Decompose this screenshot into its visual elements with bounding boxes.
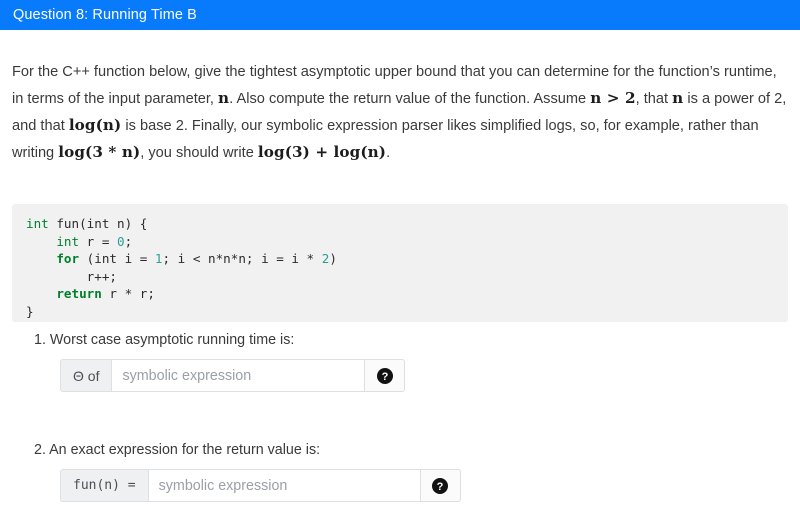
question-body: For the C++ function below, give the tig… bbox=[0, 30, 800, 512]
question-prompt-text: For the C++ function below, give the tig… bbox=[12, 59, 788, 166]
svg-text:?: ? bbox=[437, 481, 444, 493]
code-token-text: (int i = bbox=[79, 251, 155, 267]
code-token-text: fun(int n) { bbox=[48, 216, 148, 231]
code-token-text: ; i < n*n*n; i = i * bbox=[162, 251, 322, 267]
question-1-answer-input[interactable] bbox=[111, 359, 365, 392]
question-2-help-button[interactable]: ? bbox=[419, 469, 461, 502]
math-log-3n: log(3 * n) bbox=[58, 143, 141, 161]
question-1-input-group: Θ of ? bbox=[60, 359, 406, 392]
svg-text:?: ? bbox=[382, 371, 389, 383]
code-token-keyword: int bbox=[26, 216, 49, 231]
math-n-1: n bbox=[218, 89, 230, 107]
code-token-text: } bbox=[26, 303, 34, 319]
code-token-text: r * r; bbox=[101, 286, 155, 302]
code-snippet: int fun(int n) { int r = 0; for (int i =… bbox=[12, 204, 788, 322]
code-token-text: ; bbox=[124, 233, 133, 249]
code-token-keyword: int bbox=[26, 233, 80, 249]
question-mark-circle-icon: ? bbox=[376, 367, 393, 384]
code-token-number: 1 bbox=[154, 251, 163, 267]
prompt-segment-3: , that bbox=[635, 91, 673, 107]
question-header-bar: Question 8: Running Time B bbox=[0, 0, 800, 30]
code-token-text: r++; bbox=[26, 268, 117, 284]
code-token-keyword: return bbox=[26, 286, 102, 302]
math-n-2: n bbox=[672, 89, 684, 107]
prompt-segment-6: , you should write bbox=[140, 145, 258, 161]
prompt-segment-7: . bbox=[386, 145, 391, 161]
math-log-n: log(n) bbox=[68, 116, 122, 134]
theta-prefix-label: Θ of bbox=[60, 359, 112, 392]
question-2: 2. An exact expression for the return va… bbox=[0, 440, 800, 502]
math-log3-plus-logn: log(3) + log(n) bbox=[257, 143, 387, 161]
function-prefix-label: fun(n) = bbox=[60, 469, 148, 502]
question-mark-circle-icon: ? bbox=[432, 477, 449, 494]
question-2-input-group: fun(n) = ? bbox=[60, 469, 461, 502]
code-token-keyword: for bbox=[26, 251, 80, 267]
code-token-number: 0 bbox=[117, 233, 125, 249]
question-2-answer-input[interactable] bbox=[147, 469, 420, 502]
prompt-segment-2: . Also compute the return value of the f… bbox=[229, 91, 591, 107]
question-2-label: 2. An exact expression for the return va… bbox=[34, 442, 321, 458]
page-title: Question 8: Running Time B bbox=[13, 7, 197, 23]
math-n-greater-2: n > 2 bbox=[590, 89, 636, 107]
code-token-text: r = bbox=[79, 233, 117, 249]
question-1-help-button[interactable]: ? bbox=[364, 359, 406, 392]
question-1: 1. Worst case asymptotic running time is… bbox=[0, 330, 800, 392]
code-token-text: ) bbox=[329, 251, 337, 267]
question-1-label: 1. Worst case asymptotic running time is… bbox=[34, 332, 295, 348]
